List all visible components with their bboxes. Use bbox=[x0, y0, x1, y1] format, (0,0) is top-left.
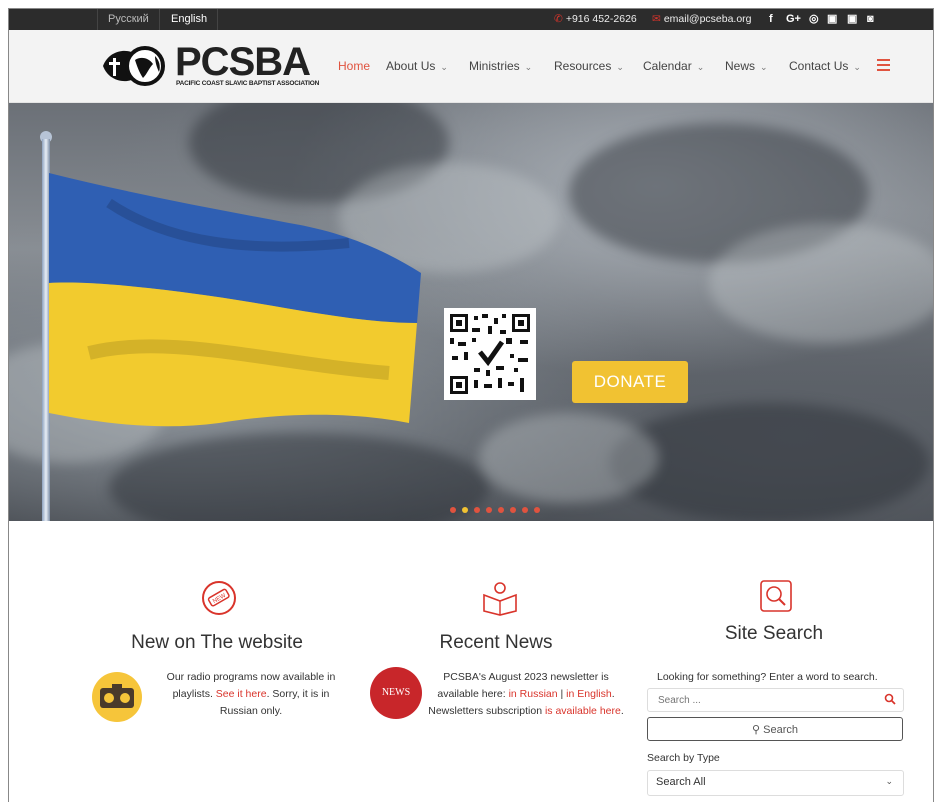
nav-label: News bbox=[725, 59, 756, 73]
hamburger-menu-icon[interactable] bbox=[877, 59, 890, 74]
rss-icon[interactable]: ▣ bbox=[847, 9, 857, 30]
logo-wordmark: PCSBA bbox=[175, 40, 311, 84]
site-logo[interactable]: PCSBA PACIFIC COAST SLAVIC BAPTIST ASSOC… bbox=[97, 42, 319, 90]
slider-dot[interactable] bbox=[510, 507, 516, 513]
facebook-icon[interactable]: f bbox=[769, 9, 773, 30]
slider-dot[interactable] bbox=[462, 507, 468, 513]
language-russian-link[interactable]: Русский bbox=[97, 9, 160, 30]
slider-dot[interactable] bbox=[474, 507, 480, 513]
search-type-label: Search by Type bbox=[647, 752, 720, 764]
chevron-down-icon: ⌄ bbox=[760, 62, 768, 72]
email-contact[interactable]: ✉ email@pcseba.org bbox=[652, 9, 752, 30]
news-separator: | bbox=[557, 688, 567, 700]
chevron-down-icon: ⌄ bbox=[524, 62, 533, 72]
language-english-link[interactable]: English bbox=[161, 9, 219, 30]
nav-about-us[interactable]: About Us ⌄ bbox=[386, 30, 448, 102]
youtube-icon[interactable]: ▣ bbox=[827, 9, 837, 30]
chevron-down-icon: ⌄ bbox=[440, 62, 448, 72]
email-address: email@pcseba.org bbox=[663, 13, 752, 25]
nav-label: Resources bbox=[554, 59, 612, 73]
new-badge-icon: NEW bbox=[202, 581, 236, 615]
new-on-website-text: Our radio programs now available in play… bbox=[156, 669, 346, 720]
radio-icon bbox=[92, 672, 142, 722]
nav-label: Contact Us bbox=[789, 59, 849, 73]
search-input-wrapper bbox=[647, 688, 904, 712]
top-bar: Русский English ✆ +916 452-2626 ✉ email@pc… bbox=[9, 9, 933, 30]
slider-dot[interactable] bbox=[522, 507, 528, 513]
search-glyph-icon: ⚲ bbox=[752, 723, 764, 736]
nav-news[interactable]: News ⌄ bbox=[725, 30, 768, 102]
site-header: PCSBA PACIFIC COAST SLAVIC BAPTIST ASSOC… bbox=[9, 30, 933, 103]
nav-label: Calendar bbox=[643, 59, 692, 73]
nav-label: Ministries bbox=[469, 59, 520, 73]
nav-ministries[interactable]: Ministries ⌄ bbox=[469, 30, 532, 102]
chevron-down-icon: ⌄ bbox=[885, 776, 893, 786]
newsletter-russian-link[interactable]: in Russian bbox=[509, 688, 558, 700]
slider-dot[interactable] bbox=[486, 507, 492, 513]
slider-dot[interactable] bbox=[534, 507, 540, 513]
hero-slider: DONATE bbox=[9, 103, 933, 521]
chevron-down-icon: ⌄ bbox=[616, 62, 624, 72]
envelope-icon: ✉ bbox=[652, 13, 661, 25]
phone-contact[interactable]: ✆ +916 452-2626 bbox=[554, 9, 637, 30]
chevron-down-icon: ⌄ bbox=[696, 62, 705, 72]
chevron-down-icon: ⌄ bbox=[853, 62, 861, 72]
search-icon[interactable] bbox=[884, 693, 896, 705]
search-prompt: Looking for something? Enter a word to s… bbox=[657, 671, 878, 683]
see-it-here-link[interactable]: See it here bbox=[216, 688, 267, 700]
google-plus-icon[interactable]: G+ bbox=[786, 9, 801, 30]
search-type-value: Search All bbox=[656, 776, 706, 788]
news-text-part3: . bbox=[620, 705, 624, 717]
nav-contact-us[interactable]: Contact Us ⌄ bbox=[789, 30, 861, 102]
recent-news-text: PCSBA's August 2023 newsletter is availa… bbox=[426, 669, 626, 720]
skype-icon[interactable]: ◙ bbox=[867, 9, 874, 30]
subscription-link[interactable]: is available here bbox=[545, 705, 621, 717]
nav-resources[interactable]: Resources ⌄ bbox=[554, 30, 624, 102]
globe-logo-icon bbox=[103, 46, 165, 86]
ukraine-flag-image bbox=[49, 173, 421, 427]
search-button[interactable]: ⚲ Search bbox=[647, 717, 903, 741]
search-type-select[interactable]: Search All ⌄ bbox=[647, 770, 904, 796]
newsletter-english-link[interactable]: in English bbox=[566, 688, 612, 700]
nav-home[interactable]: Home bbox=[338, 30, 370, 102]
phone-icon: ✆ bbox=[554, 13, 563, 25]
newspaper-icon bbox=[483, 582, 517, 616]
slider-dot[interactable] bbox=[498, 507, 504, 513]
site-search-title: Site Search bbox=[724, 623, 824, 644]
instagram-icon[interactable]: ◎ bbox=[809, 9, 819, 30]
nav-calendar[interactable]: Calendar ⌄ bbox=[643, 30, 704, 102]
recent-news-title: Recent News bbox=[439, 632, 553, 653]
slider-dot[interactable] bbox=[450, 507, 456, 513]
donate-button[interactable]: DONATE bbox=[572, 361, 688, 403]
nav-label: About Us bbox=[386, 59, 436, 73]
donation-qr-code[interactable] bbox=[444, 308, 536, 400]
search-button-label: Search bbox=[763, 723, 798, 736]
search-input[interactable] bbox=[656, 689, 880, 711]
news-badge: NEWS bbox=[370, 667, 422, 719]
search-icon bbox=[760, 580, 792, 612]
page-frame: Русский English ✆ +916 452-2626 ✉ email@pc… bbox=[8, 8, 934, 802]
phone-number: +916 452-2626 bbox=[565, 13, 637, 25]
new-on-website-title: New on The website bbox=[131, 632, 303, 653]
logo-tagline: PACIFIC COAST SLAVIC BAPTIST ASSOCIATION bbox=[176, 80, 320, 87]
